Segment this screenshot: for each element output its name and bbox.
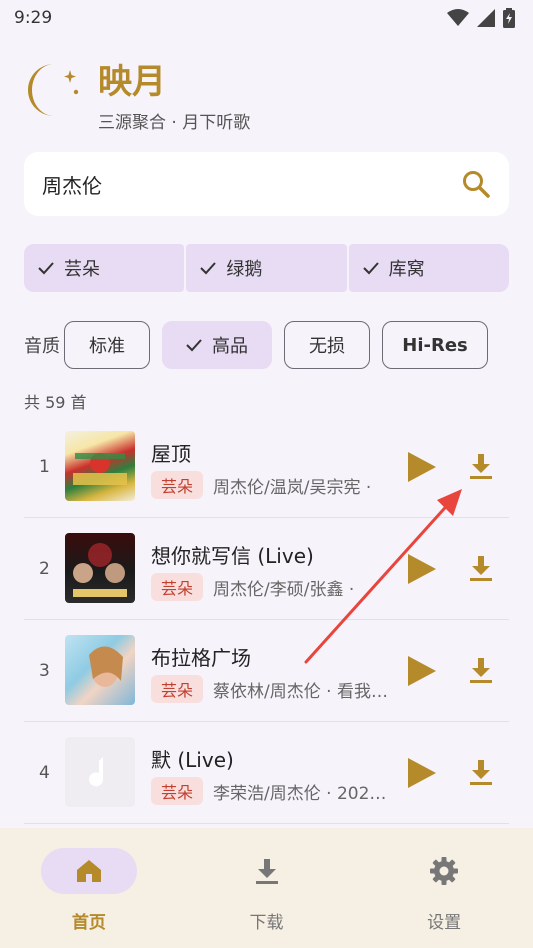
search-box[interactable]: 周杰伦 xyxy=(24,152,509,216)
music-note-icon xyxy=(89,757,104,787)
signal-icon xyxy=(477,9,495,27)
result-count: 共 59 首 xyxy=(24,393,87,412)
source-badge: 芸朵 xyxy=(151,777,204,805)
quality-option-label: 无损 xyxy=(309,336,345,357)
nav-settings[interactable]: 设置 xyxy=(355,828,533,948)
song-row[interactable]: 1 屋顶 芸朵 周杰伦/温岚/吴宗宪 · xyxy=(24,416,509,518)
song-title: 布拉格广场 xyxy=(151,646,251,670)
album-cover-placeholder[interactable] xyxy=(65,737,135,807)
quality-option-standard[interactable]: 标准 xyxy=(64,321,150,369)
play-icon[interactable] xyxy=(404,552,438,586)
source-chip-kuwo[interactable]: 库窝 xyxy=(348,244,509,292)
source-chip-lve[interactable]: 绿鹅 xyxy=(186,244,347,292)
home-icon xyxy=(76,860,101,882)
song-index: 1 xyxy=(39,457,50,477)
album-cover[interactable] xyxy=(65,635,135,705)
source-chip-yunduo[interactable]: 芸朵 xyxy=(24,244,185,292)
app-title: 映月 xyxy=(98,62,166,102)
moon-logo-icon xyxy=(28,64,79,116)
source-badge: 芸朵 xyxy=(151,471,204,499)
song-title: 屋顶 xyxy=(151,442,191,466)
source-badge: 芸朵 xyxy=(151,573,204,601)
song-meta: 芸朵 蔡依林/周杰伦 · 看我… xyxy=(151,675,391,703)
song-meta: 芸朵 周杰伦/李硕/张鑫 · xyxy=(151,573,391,601)
nav-home[interactable]: 首页 xyxy=(0,828,178,948)
download-icon[interactable] xyxy=(467,758,495,786)
song-artist: 李荣浩/周杰伦 · 202… xyxy=(213,783,387,804)
album-cover[interactable] xyxy=(65,533,135,603)
quality-label: 音质 xyxy=(24,336,60,357)
nav-pill xyxy=(40,848,137,894)
song-row[interactable]: 3 布拉格广场 芸朵 蔡依林/周杰伦 · 看我… xyxy=(24,620,509,722)
quality-option-label: 标准 xyxy=(89,336,125,357)
song-index: 4 xyxy=(39,763,50,783)
song-index: 3 xyxy=(39,661,50,681)
quality-selector: 音质 标准 高品 无损 Hi-Res xyxy=(24,321,500,369)
nav-label: 下载 xyxy=(249,913,284,933)
quality-option-hires[interactable]: Hi-Res xyxy=(382,321,488,369)
song-artist: 周杰伦/温岚/吴宗宪 · xyxy=(213,477,372,498)
status-bar: 9:29 xyxy=(0,0,533,36)
nav-download[interactable]: 下载 xyxy=(178,828,356,948)
settings-icon xyxy=(430,857,459,885)
check-icon xyxy=(200,262,217,275)
quality-option-high[interactable]: 高品 xyxy=(162,321,272,369)
nav-pill xyxy=(396,848,492,894)
song-title: 默 (Live) xyxy=(151,748,234,772)
search-icon[interactable] xyxy=(461,169,491,199)
song-meta: 芸朵 李荣浩/周杰伦 · 202… xyxy=(151,777,391,805)
check-icon xyxy=(38,262,54,275)
quality-option-lossless[interactable]: 无损 xyxy=(284,321,370,369)
album-cover[interactable] xyxy=(65,431,135,501)
bottom-nav: 首页 下载 设置 xyxy=(0,828,533,948)
source-badge: 芸朵 xyxy=(151,675,204,703)
play-icon[interactable] xyxy=(404,756,438,790)
quality-option-label: 高品 xyxy=(212,336,248,357)
status-time: 9:29 xyxy=(14,8,53,28)
wifi-icon xyxy=(447,9,469,26)
quality-option-label: Hi-Res xyxy=(402,334,468,356)
nav-label: 设置 xyxy=(427,913,462,933)
song-meta: 芸朵 周杰伦/温岚/吴宗宪 · xyxy=(151,471,391,499)
song-row[interactable]: 2 想你就写信 (Live) 芸朵 周杰伦/李硕/张鑫 · xyxy=(24,518,509,620)
song-title: 想你就写信 (Live) xyxy=(151,544,314,568)
download-icon[interactable] xyxy=(467,452,495,480)
status-icons xyxy=(447,8,515,28)
play-icon[interactable] xyxy=(404,450,438,484)
search-input[interactable]: 周杰伦 xyxy=(42,170,461,199)
source-filter: 芸朵 绿鹅 库窝 xyxy=(24,244,509,292)
nav-pill xyxy=(219,848,315,894)
source-chip-label: 库窝 xyxy=(388,259,425,280)
download-icon xyxy=(255,859,278,884)
song-list: 1 屋顶 芸朵 周杰伦/温岚/吴宗宪 · 2 想你就写信 (Live) 芸朵 周… xyxy=(24,416,509,824)
nav-label: 首页 xyxy=(71,913,106,933)
source-chip-label: 芸朵 xyxy=(64,259,100,280)
song-artist: 周杰伦/李硕/张鑫 · xyxy=(213,579,355,600)
song-row[interactable]: 4 默 (Live) 芸朵 李荣浩/周杰伦 · 202… xyxy=(24,722,509,824)
check-icon xyxy=(186,339,202,352)
source-chip-label: 绿鹅 xyxy=(226,259,263,280)
app-subtitle: 三源聚合 · 月下听歌 xyxy=(98,113,251,133)
download-icon[interactable] xyxy=(467,554,495,582)
app-header: 映月 三源聚合 · 月下听歌 xyxy=(24,56,250,133)
play-icon[interactable] xyxy=(404,654,438,688)
song-index: 2 xyxy=(39,559,50,579)
download-icon[interactable] xyxy=(467,656,495,684)
check-icon xyxy=(362,262,379,275)
battery-icon xyxy=(503,8,515,28)
song-artist: 蔡依林/周杰伦 · 看我… xyxy=(213,681,388,702)
